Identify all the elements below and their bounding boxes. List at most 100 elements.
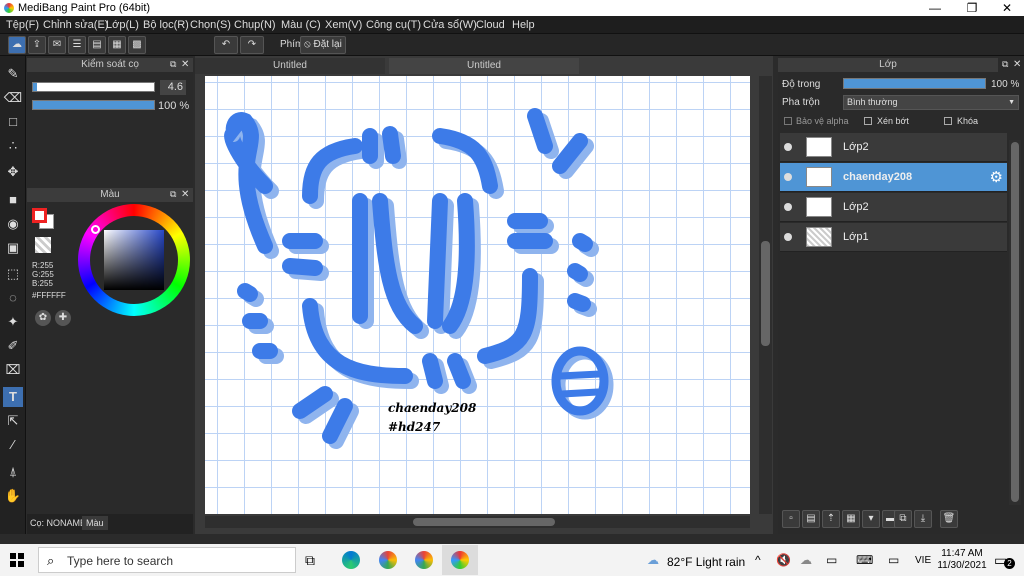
eye-icon[interactable] — [784, 173, 792, 181]
input-language[interactable]: VIE — [915, 555, 931, 566]
close-button[interactable]: ✕ — [990, 0, 1024, 16]
menu-capture[interactable]: Chụp(N) — [234, 19, 276, 31]
undo-icon[interactable]: ↶ — [214, 36, 238, 54]
protect-alpha-checkbox[interactable] — [784, 117, 792, 125]
panel-detach-icon[interactable]: ⧉ — [170, 189, 176, 200]
fill-rect-icon[interactable]: ■ — [3, 190, 23, 210]
bucket-tool-icon[interactable]: ◉ — [3, 214, 23, 234]
hue-picker-icon[interactable] — [91, 225, 100, 234]
panel-close-icon[interactable]: ✕ — [1013, 59, 1021, 70]
weather-text[interactable]: 82°F Light rain — [667, 555, 745, 569]
menu-file[interactable]: Tệp(F) — [6, 19, 39, 31]
new-layer-image-icon[interactable]: ▤ — [802, 510, 820, 528]
display-icon[interactable]: ▭ — [888, 553, 899, 567]
task-view-icon[interactable]: ⧉ — [305, 552, 315, 569]
layer-import-icon[interactable]: ⇡ — [822, 510, 840, 528]
eye-icon[interactable] — [784, 203, 792, 211]
tab-untitled-1[interactable]: Untitled — [195, 58, 385, 74]
comment-icon[interactable]: ✉ — [48, 36, 66, 54]
palette-add-icon[interactable]: ✚ — [55, 310, 71, 326]
eye-icon[interactable] — [784, 233, 792, 241]
hand-tool-icon[interactable]: ✋ — [3, 486, 23, 506]
foreground-color-swatch[interactable] — [32, 208, 47, 223]
chrome-icon[interactable] — [415, 551, 433, 569]
menu-color[interactable]: Màu (C) — [281, 19, 321, 31]
minimize-button[interactable]: — — [918, 0, 952, 16]
clip-checkbox[interactable] — [864, 117, 872, 125]
panel-detach-icon[interactable]: ⧉ — [170, 59, 176, 70]
brush-tool-icon[interactable]: ✎ — [3, 64, 23, 84]
grid-icon[interactable]: ▩ — [128, 36, 146, 54]
medibang-task-button[interactable] — [442, 545, 478, 575]
taskbar-search[interactable]: ⌕ Type here to search — [38, 547, 296, 573]
move-tool-icon[interactable]: ✥ — [3, 162, 23, 182]
menu-cloud[interactable]: Cloud — [476, 19, 505, 31]
edge-icon[interactable] — [342, 551, 360, 569]
horizontal-scrollbar[interactable] — [205, 516, 750, 528]
lock-checkbox[interactable] — [944, 117, 952, 125]
saturation-value-square[interactable] — [104, 230, 164, 290]
merge-icon[interactable]: ⤓ — [914, 510, 932, 528]
rect-select-icon[interactable]: □ — [3, 112, 23, 132]
drawing-canvas[interactable]: chaenday208 #hd247 — [205, 76, 750, 514]
chat-icon[interactable]: ☰ — [68, 36, 86, 54]
layer-row[interactable]: Lớp2 — [780, 193, 1007, 222]
share-icon[interactable]: ⇪ — [28, 36, 46, 54]
menu-select[interactable]: Chọn(S) — [190, 19, 231, 31]
reset-button[interactable]: ⦸ Đặt lại — [300, 36, 346, 54]
layout-icon[interactable]: ▦ — [108, 36, 126, 54]
brush-opacity-slider[interactable] — [32, 100, 155, 110]
layer-row[interactable]: Lớp1 — [780, 223, 1007, 252]
restore-button[interactable]: ❐ — [955, 0, 989, 16]
eyedropper-icon[interactable]: ⁄ — [3, 435, 23, 455]
trash-icon[interactable]: 🗑 — [940, 510, 958, 528]
redo-icon[interactable]: ↷ — [240, 36, 264, 54]
brush-size-slider[interactable] — [32, 82, 155, 92]
magic-wand-icon[interactable]: ✦ — [3, 312, 23, 332]
brush-size-value[interactable]: 4.6 — [160, 80, 186, 95]
menu-layer[interactable]: Lớp(L) — [106, 19, 139, 31]
transparent-color-swatch[interactable] — [35, 237, 51, 253]
panel-close-icon[interactable]: ✕ — [181, 59, 189, 70]
layer-scroll-thumb[interactable] — [1011, 142, 1019, 502]
vertical-scroll-thumb[interactable] — [761, 241, 770, 346]
dot-brush-icon[interactable]: ∴ — [3, 136, 23, 156]
layer-row[interactable]: Lớp2 — [780, 133, 1007, 162]
text-tool-icon[interactable]: T — [3, 387, 23, 407]
new-layer-menu-icon[interactable]: ▾ — [862, 510, 880, 528]
chrome-icon[interactable] — [379, 551, 397, 569]
cloud-icon[interactable]: ☁ — [8, 36, 26, 54]
keyboard-icon[interactable]: ⌨ — [856, 553, 873, 567]
halftone-icon[interactable]: ▦ — [842, 510, 860, 528]
new-layer-icon[interactable]: ▫ — [782, 510, 800, 528]
eraser-tool-icon[interactable]: ⌫ — [3, 88, 23, 108]
blend-mode-select[interactable]: Bình thường ▼ — [843, 95, 1019, 110]
layer-scrollbar[interactable] — [1009, 140, 1021, 505]
menu-tools[interactable]: Công cụ(T) — [366, 19, 421, 31]
page-icon[interactable]: ▤ — [88, 36, 106, 54]
clock[interactable]: 11:47 AM 11/30/2021 — [936, 548, 988, 572]
panel-close-icon[interactable]: ✕ — [181, 189, 189, 200]
layer-opacity-slider[interactable] — [843, 78, 986, 89]
operation-tool-icon[interactable]: ⇱ — [3, 411, 23, 431]
layer-row-selected[interactable]: chaenday208 ⚙ — [780, 163, 1007, 192]
tab-color[interactable]: Màu — [82, 516, 108, 530]
select-pen-icon[interactable]: ✐ — [3, 336, 23, 356]
speaker-muted-icon[interactable]: 🔇 — [776, 553, 791, 567]
menu-window[interactable]: Cửa sổ(W) — [423, 19, 477, 31]
eye-icon[interactable] — [784, 143, 792, 151]
menu-view[interactable]: Xem(V) — [325, 19, 362, 31]
gear-icon[interactable]: ⚙ — [990, 168, 1003, 186]
tab-untitled-2[interactable]: Untitled — [389, 58, 579, 74]
pipette-icon[interactable]: ⍋ — [3, 462, 23, 482]
cloud-sync-icon[interactable]: ☁ — [800, 553, 812, 567]
network-icon[interactable]: ▭ — [826, 553, 837, 567]
select-rect-icon[interactable]: ⬚ — [3, 264, 23, 284]
duplicate-icon[interactable]: ⧉ — [894, 510, 912, 528]
gradient-tool-icon[interactable]: ▣ — [3, 238, 23, 258]
menu-filter[interactable]: Bộ lọc(R) — [143, 19, 189, 31]
chevron-up-icon[interactable]: ^ — [755, 553, 761, 567]
panel-detach-icon[interactable]: ⧉ — [1002, 59, 1008, 70]
windows-start-icon[interactable] — [10, 553, 24, 567]
menu-help[interactable]: Help — [512, 19, 535, 31]
